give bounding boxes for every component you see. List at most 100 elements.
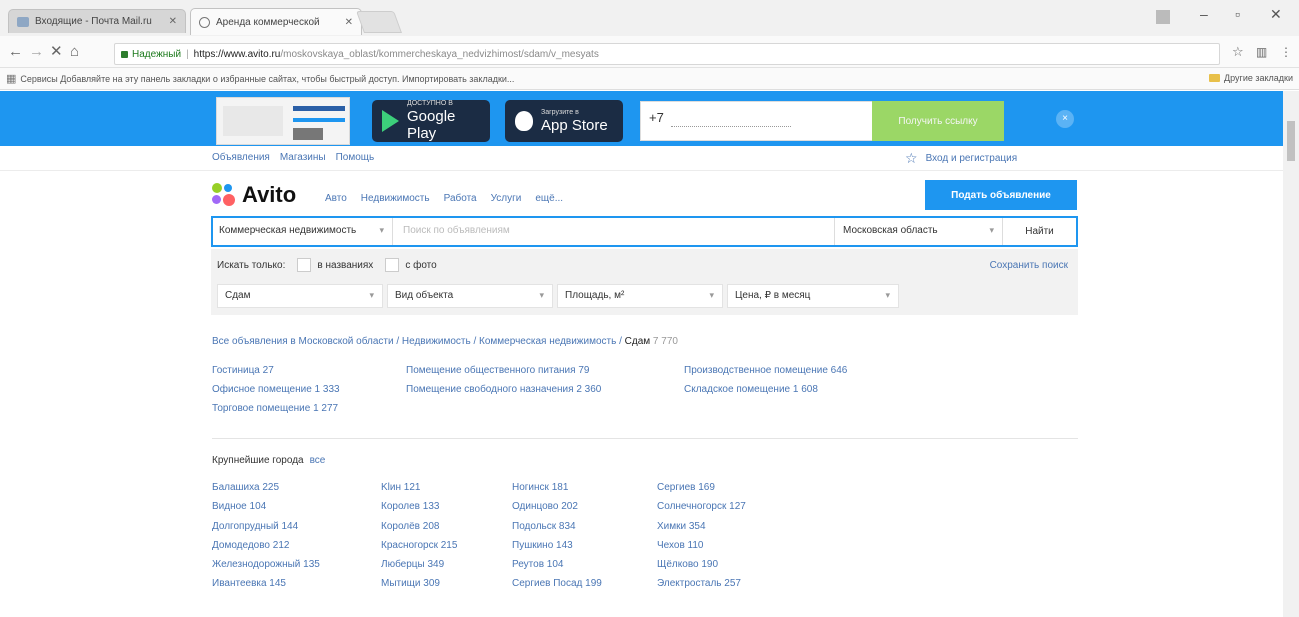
browser-tab-mail[interactable]: Входящие - Почта Mail.ru ✕ [8, 9, 186, 33]
object-type-select[interactable]: Вид объекта ▾ [387, 284, 553, 308]
home-icon[interactable]: ⌂ [70, 43, 79, 61]
city-link[interactable]: Домодедово 212 [212, 540, 289, 551]
city-link[interactable]: Королев 133 [381, 501, 439, 512]
city-link[interactable]: Одинцово 202 [512, 501, 578, 512]
avito-logo[interactable]: Avito [212, 182, 296, 208]
category-link[interactable]: Складское помещение 1 608 [684, 384, 818, 395]
city-link[interactable]: Химки 354 [657, 521, 706, 532]
city-link[interactable]: Королёв 208 [381, 521, 439, 532]
in-titles-checkbox[interactable] [297, 258, 312, 272]
chevron-down-icon: ▾ [709, 290, 714, 300]
profile-icon[interactable] [1156, 10, 1170, 24]
forward-arrow-icon[interactable]: → [29, 43, 44, 61]
close-banner-icon[interactable]: × [1056, 110, 1074, 128]
save-search-link[interactable]: Сохранить поиск [990, 260, 1068, 271]
city-link[interactable]: Подольск 834 [512, 521, 576, 532]
extension-icon[interactable]: ▥ [1256, 43, 1267, 61]
city-link[interactable]: Ногинск 181 [512, 482, 568, 493]
bookmark-star-icon[interactable]: ☆ [1232, 43, 1244, 61]
apple-icon [515, 111, 533, 131]
category-link[interactable]: Производственное помещение 646 [684, 365, 847, 376]
browser-tab-avito[interactable]: Аренда коммерческой ✕ [190, 8, 362, 35]
city-link[interactable]: Реутов 104 [512, 559, 563, 570]
find-button[interactable]: Найти [1002, 218, 1076, 245]
cities-title: Крупнейшие города [212, 455, 304, 466]
app-store-button[interactable]: Загрузите в App Store [505, 100, 623, 142]
address-bar[interactable]: Надежный | https://www.avito.ru /moskovs… [114, 43, 1220, 65]
google-play-text: Google Play [407, 108, 456, 142]
search-only-label: Искать только: [217, 259, 286, 271]
breadcrumb-count: 7 770 [650, 336, 678, 347]
divider [212, 438, 1078, 439]
city-link[interactable]: Долгопрудный 144 [212, 521, 298, 532]
city-column: Klин 121 Королев 133 Королёв 208 Красног… [381, 478, 457, 594]
category-column: Гостиница 27 Офисное помещение 1 333 Тор… [212, 361, 340, 418]
region-select[interactable]: Московская область ▾ [834, 218, 1002, 245]
tab-title: Аренда коммерческой [216, 16, 320, 28]
category-link[interactable]: Офисное помещение 1 333 [212, 384, 340, 395]
login-link[interactable]: Вход и регистрация [926, 153, 1018, 164]
favorites-star-icon[interactable]: ☆ [905, 150, 918, 167]
new-tab-button[interactable] [355, 11, 403, 33]
category-jobs[interactable]: Работа [444, 193, 477, 204]
bookmarks-hint: Сервисы Добавляйте на эту панель закладк… [20, 73, 515, 84]
city-link[interactable]: Солнечногорск 127 [657, 501, 746, 512]
category-auto[interactable]: Авто [325, 193, 347, 204]
mail-favicon-icon [17, 16, 29, 27]
category-link[interactable]: Гостиница 27 [212, 365, 274, 376]
city-link[interactable]: Сергиев Посад 199 [512, 578, 602, 589]
apps-grid-icon[interactable]: ▦ [6, 72, 16, 85]
city-link[interactable]: Красногорск 215 [381, 540, 457, 551]
close-window-icon[interactable]: ✕ [1270, 6, 1282, 23]
other-bookmarks[interactable]: Другие закладки [1209, 73, 1293, 83]
price-select[interactable]: Цена, ₽ в месяц ▾ [727, 284, 899, 308]
city-link[interactable]: Klин 121 [381, 482, 420, 493]
scrollbar-thumb[interactable] [1287, 121, 1295, 161]
close-tab-icon[interactable]: ✕ [169, 16, 177, 27]
city-link[interactable]: Чехов 110 [657, 540, 704, 551]
page-scrollbar[interactable] [1283, 91, 1299, 617]
browser-tabbar: Входящие - Почта Mail.ru ✕ Аренда коммер… [0, 0, 1299, 36]
category-realty[interactable]: Недвижимость [361, 193, 430, 204]
post-ad-button[interactable]: Подать объявление [925, 180, 1077, 210]
deal-type-select[interactable]: Сдам ▾ [217, 284, 383, 308]
city-link[interactable]: Люберцы 349 [381, 559, 444, 570]
city-link[interactable]: Ивантеевка 145 [212, 578, 286, 589]
send-link-button[interactable]: Получить ссылку [872, 101, 1004, 141]
google-play-button[interactable]: ДОСТУПНО В Google Play [372, 100, 490, 142]
city-link[interactable]: Щёлково 190 [657, 559, 718, 570]
category-more[interactable]: ещё... [535, 193, 563, 204]
menu-dots-icon[interactable]: ⋮ [1280, 43, 1292, 61]
nav-shops[interactable]: Магазины [280, 152, 326, 163]
category-select[interactable]: Коммерческая недвижимость ▾ [213, 218, 393, 245]
city-link[interactable]: Пушкино 143 [512, 540, 573, 551]
city-link[interactable]: Балашиха 225 [212, 482, 279, 493]
search-bar: Коммерческая недвижимость ▾ Поиск по объ… [211, 216, 1078, 247]
nav-help[interactable]: Помощь [336, 152, 375, 163]
promo-image [216, 97, 350, 145]
city-column: Ногинск 181 Одинцово 202 Подольск 834 Пу… [512, 478, 602, 594]
city-link[interactable]: Сергиев 169 [657, 482, 715, 493]
maximize-icon[interactable]: ▫ [1235, 6, 1240, 22]
breadcrumb-path[interactable]: Все объявления в Московской области / Не… [212, 336, 625, 347]
category-link[interactable]: Торговое помещение 1 277 [212, 403, 338, 414]
city-link[interactable]: Мытищи 309 [381, 578, 440, 589]
close-tab-icon[interactable]: ✕ [345, 17, 353, 28]
cities-all-link[interactable]: все [310, 455, 326, 466]
city-link[interactable]: Видное 104 [212, 501, 266, 512]
search-input[interactable]: Поиск по объявлениям [397, 218, 837, 245]
area-select[interactable]: Площадь, м² ▾ [557, 284, 723, 308]
category-services[interactable]: Услуги [491, 193, 522, 204]
city-link[interactable]: Железнодорожный 135 [212, 559, 320, 570]
nav-ads[interactable]: Объявления [212, 152, 270, 163]
phone-input[interactable]: +7 [640, 101, 874, 141]
stop-icon[interactable]: ✕ [50, 43, 63, 61]
category-link[interactable]: Помещение общественного питания 79 [406, 365, 589, 376]
category-link[interactable]: Помещение свободного назначения 2 360 [406, 384, 601, 395]
filters-panel: Искать только: в названиях с фото Сохран… [211, 249, 1078, 315]
breadcrumb-current: Сдам [624, 336, 651, 347]
with-photo-checkbox[interactable] [385, 258, 400, 272]
minimize-icon[interactable]: – [1200, 6, 1208, 22]
back-arrow-icon[interactable]: ← [8, 43, 23, 61]
city-link[interactable]: Электросталь 257 [657, 578, 741, 589]
